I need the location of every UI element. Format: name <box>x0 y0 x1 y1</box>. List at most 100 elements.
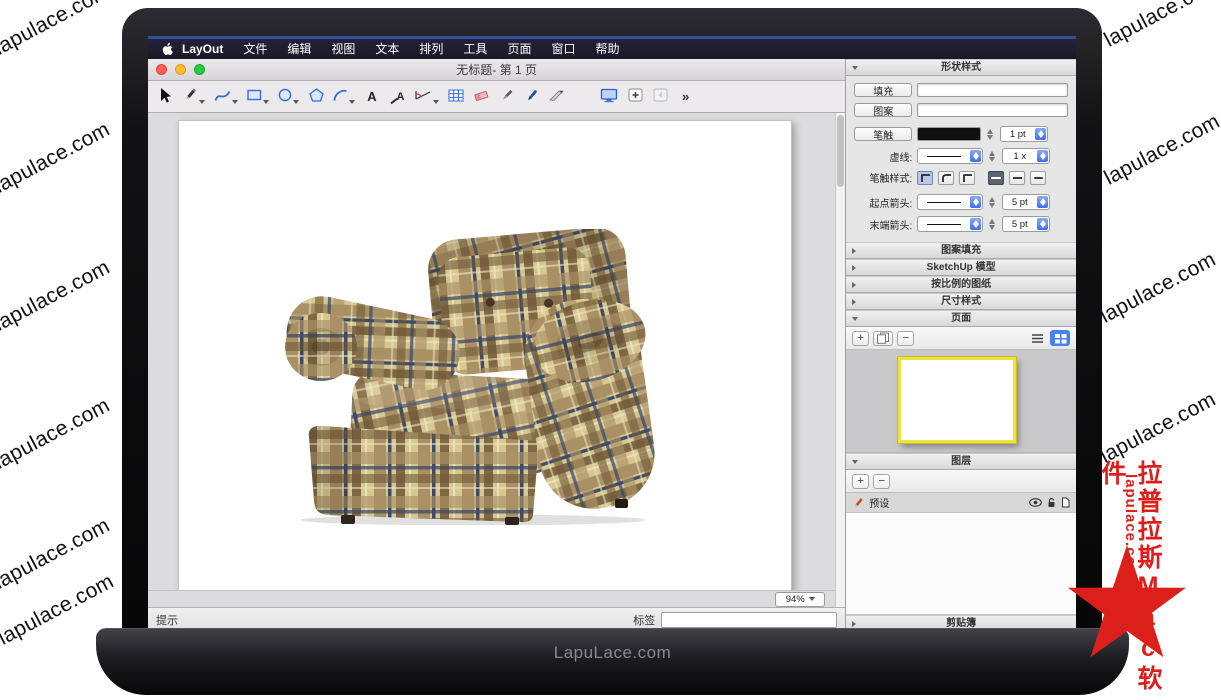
start-arrow-combo[interactable] <box>917 194 983 210</box>
pattern-well[interactable] <box>917 103 1068 117</box>
stroke-width-combo[interactable]: 1 pt <box>1000 126 1048 142</box>
combo-stepper-icon[interactable] <box>970 150 981 162</box>
app-menu-title[interactable]: LayOut <box>182 42 223 56</box>
section-header-shape-style[interactable]: 形状样式 <box>846 59 1076 76</box>
share-page-icon[interactable] <box>1061 497 1070 508</box>
zoom-value: 94% <box>786 594 805 605</box>
end-arrow-stepper[interactable] <box>988 218 997 231</box>
pencil-icon <box>182 87 198 106</box>
apple-menu-icon[interactable] <box>162 42 174 56</box>
canvas-area[interactable] <box>148 113 835 590</box>
label-tool-button[interactable]: A <box>388 85 406 109</box>
label-tool-icon: A <box>390 91 405 103</box>
menu-item-view[interactable]: 视图 <box>321 39 365 59</box>
macos-screen: LayOut 文件 编辑 视图 文本 排列 工具 页面 窗口 帮助 无标题- 第… <box>148 36 1076 631</box>
presentation-button[interactable] <box>599 85 619 109</box>
end-arrow-combo[interactable] <box>917 216 983 232</box>
select-tool-button[interactable] <box>156 85 174 109</box>
add-page-list-button[interactable]: + <box>852 331 869 346</box>
start-arrow-size-combo[interactable]: 5 pt <box>1002 194 1050 210</box>
polygon-icon <box>309 88 324 105</box>
section-header-scaled-drawing[interactable]: 按比例的图纸 <box>846 276 1076 293</box>
eraser-tool-button[interactable] <box>472 85 491 109</box>
window-titlebar[interactable]: 无标题- 第 1 页 <box>148 59 845 81</box>
grid-view-button[interactable] <box>1050 330 1070 346</box>
style-tool-button[interactable] <box>181 85 206 109</box>
menu-item-file[interactable]: 文件 <box>233 39 277 59</box>
menu-item-text[interactable]: 文本 <box>365 39 409 59</box>
canvas-region: 94% <box>148 113 845 607</box>
combo-stepper-icon[interactable] <box>1037 218 1048 230</box>
add-page-button[interactable] <box>626 85 644 109</box>
monitor-icon <box>600 88 618 106</box>
dimension-tool-button[interactable] <box>413 85 440 109</box>
text-tool-button[interactable]: A <box>363 85 381 109</box>
tag-label: 标签 <box>633 612 655 628</box>
start-arrow-stepper[interactable] <box>988 196 997 209</box>
cap-round-button[interactable] <box>1030 171 1046 185</box>
join-bevel-button[interactable] <box>959 171 975 185</box>
dash-style-combo[interactable] <box>917 148 983 164</box>
disclosure-icon <box>852 248 856 254</box>
list-view-button[interactable] <box>1027 330 1047 346</box>
section-header-pattern-fill[interactable]: 图案填充 <box>846 242 1076 259</box>
duplicate-page-button[interactable] <box>873 331 893 346</box>
join-miter-button[interactable] <box>917 171 933 185</box>
remove-page-button[interactable]: − <box>897 331 914 346</box>
previous-page-button[interactable] <box>651 85 669 109</box>
toolbar-overflow-button[interactable]: » <box>682 89 689 104</box>
zoom-select[interactable]: 94% <box>775 592 825 607</box>
sketchup-model-chair[interactable] <box>283 229 665 525</box>
menu-item-edit[interactable]: 编辑 <box>277 39 321 59</box>
dash-scale-combo[interactable]: 1 x <box>1002 148 1050 164</box>
visibility-eye-icon[interactable] <box>1029 498 1042 507</box>
circle-tool-button[interactable] <box>277 85 300 109</box>
remove-layer-button[interactable]: − <box>873 474 890 489</box>
watermark-text: lapulace.com <box>0 394 114 475</box>
tag-group: 标签 <box>633 612 837 628</box>
polygon-tool-button[interactable] <box>307 85 325 109</box>
fill-color-well[interactable] <box>917 83 1068 97</box>
arc-tool-button[interactable] <box>332 85 356 109</box>
combo-stepper-icon[interactable] <box>1037 150 1048 162</box>
table-tool-button[interactable] <box>447 85 465 109</box>
join-round-button[interactable] <box>938 171 954 185</box>
dash-label: 虚线: <box>854 149 912 164</box>
menu-item-window[interactable]: 窗口 <box>541 39 585 59</box>
menu-item-tools[interactable]: 工具 <box>453 39 497 59</box>
combo-stepper-icon[interactable] <box>1035 128 1046 140</box>
pattern-toggle-button[interactable]: 图案 <box>854 103 912 117</box>
menu-item-pages[interactable]: 页面 <box>497 39 541 59</box>
end-arrow-size-combo[interactable]: 5 pt <box>1002 216 1050 232</box>
stroke-toggle-button[interactable]: 笔触 <box>854 127 912 141</box>
pen-tool-button[interactable] <box>523 85 541 109</box>
section-header-sketchup-model[interactable]: SketchUp 模型 <box>846 259 1076 276</box>
section-header-pages[interactable]: 页面 <box>846 310 1076 327</box>
fill-toggle-button[interactable]: 填充 <box>854 83 912 97</box>
scrollbar-thumb[interactable] <box>837 115 844 187</box>
combo-stepper-icon[interactable] <box>970 218 981 230</box>
freehand-tool-button[interactable] <box>213 85 239 109</box>
cap-butt-button[interactable] <box>1009 171 1025 185</box>
add-layer-button[interactable]: + <box>852 474 869 489</box>
knife-tool-button[interactable] <box>548 85 566 109</box>
menu-item-arrange[interactable]: 排列 <box>409 39 453 59</box>
lock-icon[interactable] <box>1047 497 1056 508</box>
vertical-scrollbar[interactable] <box>835 113 845 607</box>
dropdown-caret-icon <box>199 100 205 104</box>
stroke-width-stepper[interactable] <box>986 128 995 141</box>
dash-scale-stepper[interactable] <box>988 150 997 163</box>
combo-stepper-icon[interactable] <box>970 196 981 208</box>
tag-input[interactable] <box>661 612 837 628</box>
document-page[interactable] <box>178 120 792 590</box>
eyedropper-tool-button[interactable] <box>498 85 516 109</box>
section-header-dimension-style[interactable]: 尺寸样式 <box>846 293 1076 310</box>
layer-row-default[interactable]: 预设 <box>846 493 1076 513</box>
menu-item-help[interactable]: 帮助 <box>585 39 629 59</box>
stroke-color-well[interactable] <box>917 127 981 141</box>
rectangle-tool-button[interactable] <box>246 85 270 109</box>
section-header-layers[interactable]: 图层 <box>846 453 1076 470</box>
cap-dash-button[interactable] <box>988 171 1004 185</box>
page-thumbnail-selected[interactable] <box>898 357 1016 443</box>
combo-stepper-icon[interactable] <box>1037 196 1048 208</box>
